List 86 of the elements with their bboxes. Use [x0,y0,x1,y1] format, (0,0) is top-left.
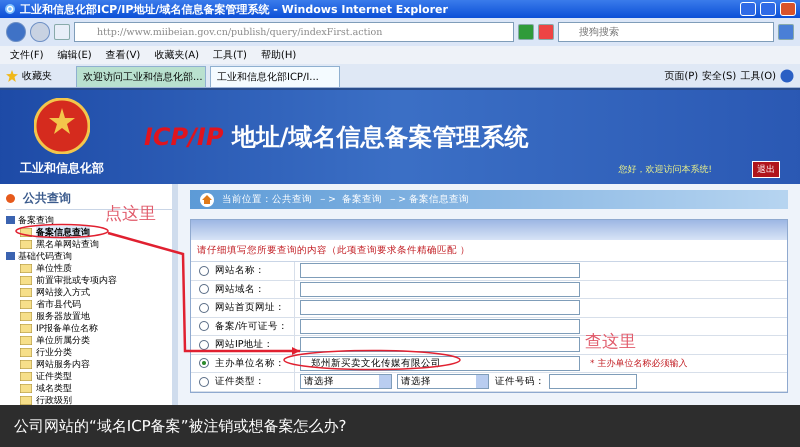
command-menu[interactable]: 安全(S) [702,68,736,82]
field-label: 网站IP地址： [215,338,274,352]
close-button[interactable] [780,2,796,16]
page-icon [20,300,32,308]
page-icon [20,372,32,380]
radio-button[interactable] [199,302,209,313]
form-instruction: 请仔细填写您所要查询的内容（此项查询要求条件精确匹配 ） [191,240,787,262]
page-icon [20,336,32,344]
required-note: * 主办单位名称必须输入 [590,358,688,370]
field-label: 主办单位名称： [215,356,285,370]
forward-button[interactable] [30,22,50,42]
home-icon [200,192,214,206]
radio-button[interactable] [199,321,209,332]
radio-button[interactable] [199,284,209,294]
command-menu[interactable]: 页面(P) [664,68,698,82]
handwritten-note: 查这里 [585,331,636,353]
page-icon [20,360,32,368]
command-menu[interactable]: 工具(O) [740,68,776,82]
tree-item[interactable]: 前置审批或专项内容 [36,274,117,286]
page-icon [20,240,32,248]
handwritten-note: 点这里 [105,203,156,225]
browser-tab[interactable]: 欢迎访问工业和信息化部... [76,66,206,87]
tree-item[interactable]: 网站接入方式 [36,286,90,298]
input-field[interactable] [300,282,580,297]
star-icon [6,70,18,82]
menu-item[interactable]: 文件(F) [10,48,44,62]
input-field[interactable] [549,374,637,390]
minimize-button[interactable] [740,2,756,16]
tree-item[interactable]: 行业分类 [36,346,72,358]
radio-button[interactable] [199,340,209,350]
address-field[interactable]: http://www.miibeian.gov.cn/publish/query/indexFirst.action [74,22,514,42]
page-icon [20,276,32,284]
bullet-icon [6,194,15,203]
ie-logo-icon [4,3,16,15]
tree-group[interactable]: 基础代码查询 [18,250,72,262]
page-icon [20,288,32,296]
tree-item[interactable]: 单位所属分类 [36,334,90,346]
tree-group[interactable]: 备案查询 [18,214,54,226]
dropdown[interactable]: 请选择 [397,374,489,390]
page-icon [20,312,32,320]
browser-tab[interactable]: 工业和信息化部ICP/I... [210,66,340,87]
page-icon [20,384,32,392]
search-field[interactable]: 搜狗搜索 [558,22,774,42]
logout-button[interactable]: 退出 [752,161,780,178]
welcome-text: 您好，欢迎访问本系统! [618,164,712,176]
field-label: 网站名称： [215,264,265,278]
maximize-button[interactable] [760,2,776,16]
tree-item[interactable]: 证件类型 [36,370,72,382]
menu-item[interactable]: 编辑(E) [58,48,92,62]
tree-item[interactable]: 域名类型 [36,382,72,394]
tree-item[interactable]: 网站服务内容 [36,358,90,370]
tree-item[interactable]: 单位性质 [36,262,72,274]
back-button[interactable] [6,22,26,42]
page-icon [20,264,32,272]
tree-item[interactable]: IP报备单位名称 [36,322,98,334]
field-label: 网站域名： [215,282,265,296]
input-field[interactable] [300,263,580,278]
input-field[interactable] [300,318,580,334]
page-icon [20,324,32,332]
field-label: 备案/许可证号： [215,320,288,333]
system-title: ICP/IP 地址/域名信息备案管理系统 [144,122,530,153]
input-field[interactable] [300,300,580,316]
page-icon [20,348,32,356]
tree-item[interactable]: 服务器放置地 [36,310,90,322]
field-label: 证件类型： [215,375,265,388]
field-label: 证件号码： [495,375,545,388]
menu-item[interactable]: 收藏夹(A) [154,48,199,62]
menu-item[interactable]: 查看(V) [106,48,140,62]
tree-item[interactable]: 行政级别 [36,394,72,406]
menu-item[interactable]: 工具(T) [213,48,247,62]
field-label: 网站首页网址： [215,301,285,314]
breadcrumb-text: 当前位置：公共查询 －> 备案查询 －> 备案信息查询 [222,193,470,206]
radio-button[interactable] [199,358,209,368]
emblem-icon [34,98,90,154]
dropdown[interactable]: 请选择 [300,374,392,390]
radio-button[interactable] [199,376,209,387]
menu-item[interactable]: 帮助(H) [260,48,296,62]
window-title: 工业和信息化部ICP/IP地址/域名信息备案管理系统 - Windows Internet Explorer [20,2,449,16]
radio-button[interactable] [199,266,209,276]
sidebar-heading: 公共查询 [23,190,71,207]
org-name: 工业和信息化部 [20,160,104,176]
tree-item[interactable]: 黑名单网站查询 [36,238,99,250]
favorites-button[interactable]: 收藏夹 [22,68,52,82]
caption-text: 公司网站的“域名ICP备案”被注销或想备案怎么办? [0,405,800,447]
tree-item[interactable]: 省市县代码 [36,298,81,310]
input-field[interactable] [300,337,580,352]
